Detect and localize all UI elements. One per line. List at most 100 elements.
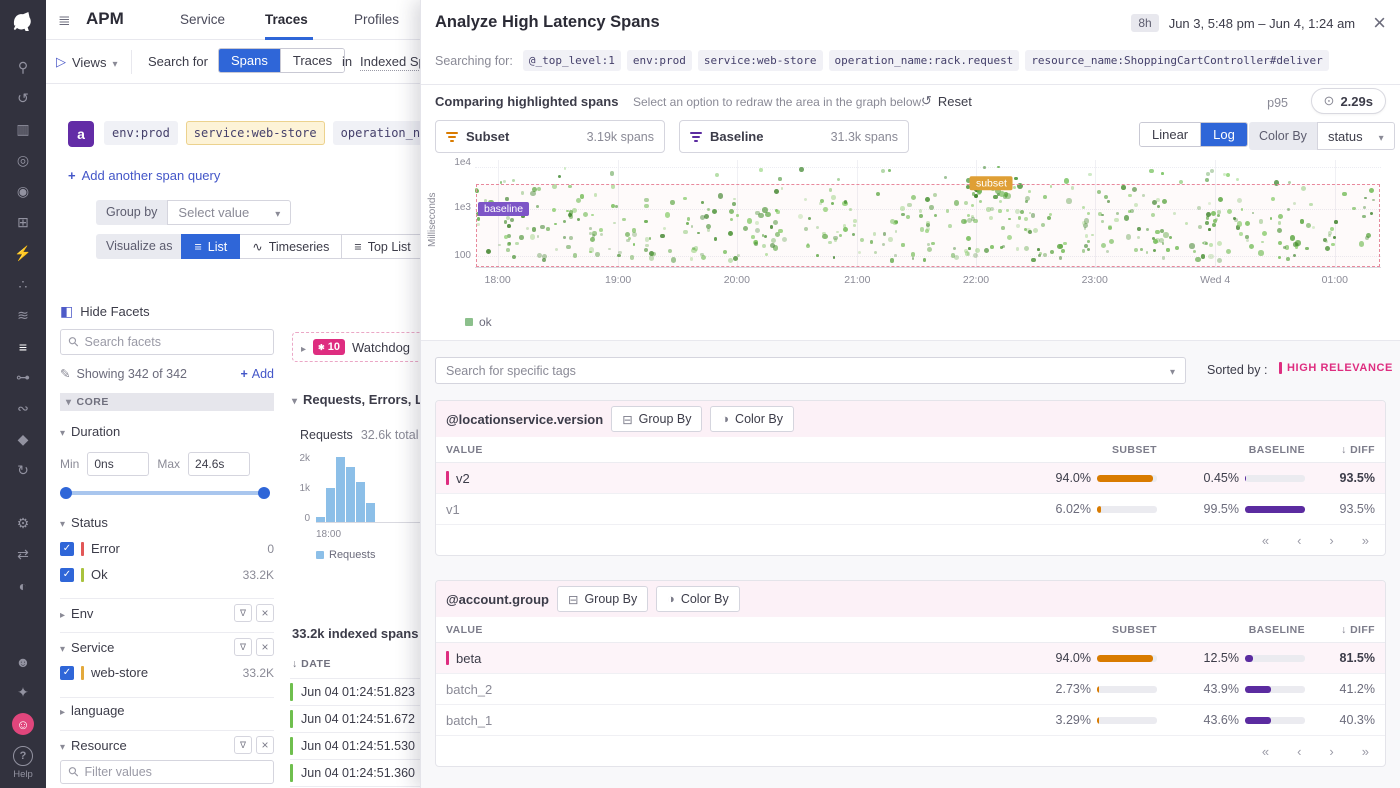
remove-facet-icon[interactable] — [256, 604, 274, 622]
filter-icon[interactable] — [234, 638, 252, 656]
resource-filter-input[interactable] — [85, 765, 265, 779]
facet-service-webstore[interactable]: web-store 33.2K — [60, 665, 274, 680]
table-row[interactable]: beta 94.0% 12.5% 81.5% — [436, 643, 1385, 674]
visualize-toplist-button[interactable]: Top List — [341, 234, 423, 259]
first-page-button[interactable]: « — [1262, 533, 1269, 548]
search-tag[interactable]: env:prod — [627, 50, 692, 71]
dashboards-icon[interactable]: ▥ — [0, 114, 46, 145]
table-row[interactable]: batch_1 3.29% 43.6% 40.3% — [436, 705, 1385, 736]
toggle-traces[interactable]: Traces — [280, 49, 344, 72]
trace-row[interactable]: Jun 04 01:24:51.360 — [290, 759, 421, 786]
group-by-button[interactable]: Group By — [611, 406, 702, 432]
checkbox-checked[interactable] — [60, 542, 74, 556]
trace-row[interactable]: Jun 04 01:24:51.672 — [290, 705, 421, 732]
datadog-logo-icon[interactable] — [9, 8, 37, 36]
last-page-button[interactable]: » — [1362, 744, 1369, 759]
integrations-icon[interactable]: ⊞ — [0, 207, 46, 238]
search-tag[interactable]: @_top_level:1 — [523, 50, 621, 71]
monitors-icon[interactable]: ◎ — [0, 145, 46, 176]
facet-env-header[interactable]: Env — [60, 604, 274, 622]
help-button[interactable]: ? — [13, 746, 33, 766]
color-by-button[interactable]: Color By — [656, 586, 740, 612]
ok-legend[interactable]: ok — [465, 315, 492, 329]
filter-icon[interactable] — [234, 604, 252, 622]
apm-traces-icon[interactable]: ≡ — [0, 331, 46, 362]
date-column-header[interactable]: DATE — [292, 658, 331, 670]
selection-region[interactable] — [476, 184, 1380, 267]
filter-icon[interactable] — [234, 736, 252, 754]
subset-cohort-button[interactable]: Subset 3.19k spans — [435, 120, 665, 153]
next-page-button[interactable]: › — [1329, 744, 1333, 759]
last-page-button[interactable]: » — [1362, 533, 1369, 548]
first-page-button[interactable]: « — [1262, 744, 1269, 759]
network-icon[interactable]: ∾ — [0, 393, 46, 424]
duration-slider[interactable] — [62, 491, 268, 495]
color-by-select[interactable]: status — [1317, 122, 1395, 150]
next-page-button[interactable]: › — [1329, 533, 1333, 548]
synthetics-icon[interactable]: ↻ — [0, 455, 46, 486]
facet-service-header[interactable]: Service — [60, 638, 274, 656]
processes-icon[interactable]: ∴ — [0, 269, 46, 300]
rum-icon[interactable]: ◐ — [0, 570, 46, 601]
metrics-section-header[interactable]: Requests, Errors, Latency — [292, 392, 421, 407]
search-tag[interactable]: service:web-store — [698, 50, 823, 71]
col-baseline[interactable]: BASELINE — [1181, 624, 1305, 636]
facet-status-ok[interactable]: Ok 33.2K — [60, 567, 274, 582]
user-icon[interactable]: ☻ — [0, 646, 46, 677]
query-pill-operation[interactable]: operation_name:rack.request — [333, 121, 420, 145]
index-selector[interactable]: Indexed Spans — [360, 54, 420, 71]
facet-status-error[interactable]: Error 0 — [60, 541, 274, 556]
scale-log[interactable]: Log — [1200, 123, 1247, 146]
color-by-button[interactable]: Color By — [710, 406, 794, 432]
facet-status-header[interactable]: Status — [60, 515, 274, 530]
col-diff[interactable]: DIFF — [1323, 444, 1375, 456]
search-tag[interactable]: resource_name:ShoppingCartController#del… — [1025, 50, 1328, 71]
ci-cd-icon[interactable]: ⇄ — [0, 539, 46, 570]
latency-scatter-plot[interactable]: baseline subset — [475, 160, 1381, 268]
trace-row[interactable]: Jun 04 01:24:51.823 — [290, 678, 421, 705]
group-by-button[interactable]: Group By — [557, 586, 648, 612]
avatar[interactable]: ☺ — [12, 713, 34, 735]
subset-tag[interactable]: subset — [970, 176, 1013, 190]
watchdog-icon[interactable]: ◉ — [0, 176, 46, 207]
duration-min-input[interactable] — [87, 452, 149, 476]
add-facet-button[interactable]: Add — [240, 367, 274, 381]
events-icon[interactable]: ⚡ — [0, 238, 46, 269]
slider-handle-max[interactable] — [258, 487, 270, 499]
col-diff[interactable]: DIFF — [1323, 624, 1375, 636]
remove-facet-icon[interactable] — [256, 638, 274, 656]
search-tag[interactable]: operation_name:rack.request — [829, 50, 1020, 71]
scale-linear[interactable]: Linear — [1140, 123, 1200, 146]
service-map-icon[interactable]: ⊶ — [0, 362, 46, 393]
col-subset[interactable]: SUBSET — [1033, 624, 1157, 636]
table-row[interactable]: batch_2 2.73% 43.9% 41.2% — [436, 674, 1385, 705]
prev-page-button[interactable]: ‹ — [1297, 533, 1301, 548]
prev-page-button[interactable]: ‹ — [1297, 744, 1301, 759]
logs-icon[interactable]: ≋ — [0, 300, 46, 331]
security-icon[interactable]: ◆ — [0, 424, 46, 455]
close-icon[interactable] — [1373, 12, 1386, 34]
facet-resource-header[interactable]: Resource — [60, 736, 274, 754]
whats-new-icon[interactable]: ✦ — [0, 677, 46, 708]
search-icon[interactable]: ⚲ — [0, 52, 46, 83]
facet-language-header[interactable]: language — [60, 703, 274, 718]
facet-search-input[interactable] — [85, 335, 265, 349]
visualize-list-button[interactable]: List — [181, 234, 240, 259]
time-range-text[interactable]: Jun 3, 5:48 pm – Jun 4, 1:24 am — [1169, 16, 1355, 31]
facet-duration-header[interactable]: Duration — [60, 424, 274, 439]
col-baseline[interactable]: BASELINE — [1181, 444, 1305, 456]
watchdog-insights-row[interactable]: 10 Watchdog — [292, 332, 421, 362]
p95-value-pill[interactable]: 2.29s — [1311, 88, 1386, 114]
baseline-cohort-button[interactable]: Baseline 31.3k spans — [679, 120, 909, 153]
pencil-icon[interactable] — [60, 366, 70, 381]
hide-facets-button[interactable]: Hide Facets — [60, 303, 150, 320]
time-range-badge[interactable]: 8h — [1131, 14, 1158, 32]
history-icon[interactable]: ↺ — [0, 83, 46, 114]
settings-icon[interactable]: ⚙ — [0, 508, 46, 539]
slider-handle-min[interactable] — [60, 487, 72, 499]
bar-plot-area[interactable] — [316, 457, 421, 523]
table-row[interactable]: v1 6.02% 99.5% 93.5% — [436, 494, 1385, 525]
checkbox-checked[interactable] — [60, 568, 74, 582]
table-row[interactable]: v2 94.0% 0.45% 93.5% — [436, 463, 1385, 494]
baseline-tag[interactable]: baseline — [478, 202, 529, 216]
